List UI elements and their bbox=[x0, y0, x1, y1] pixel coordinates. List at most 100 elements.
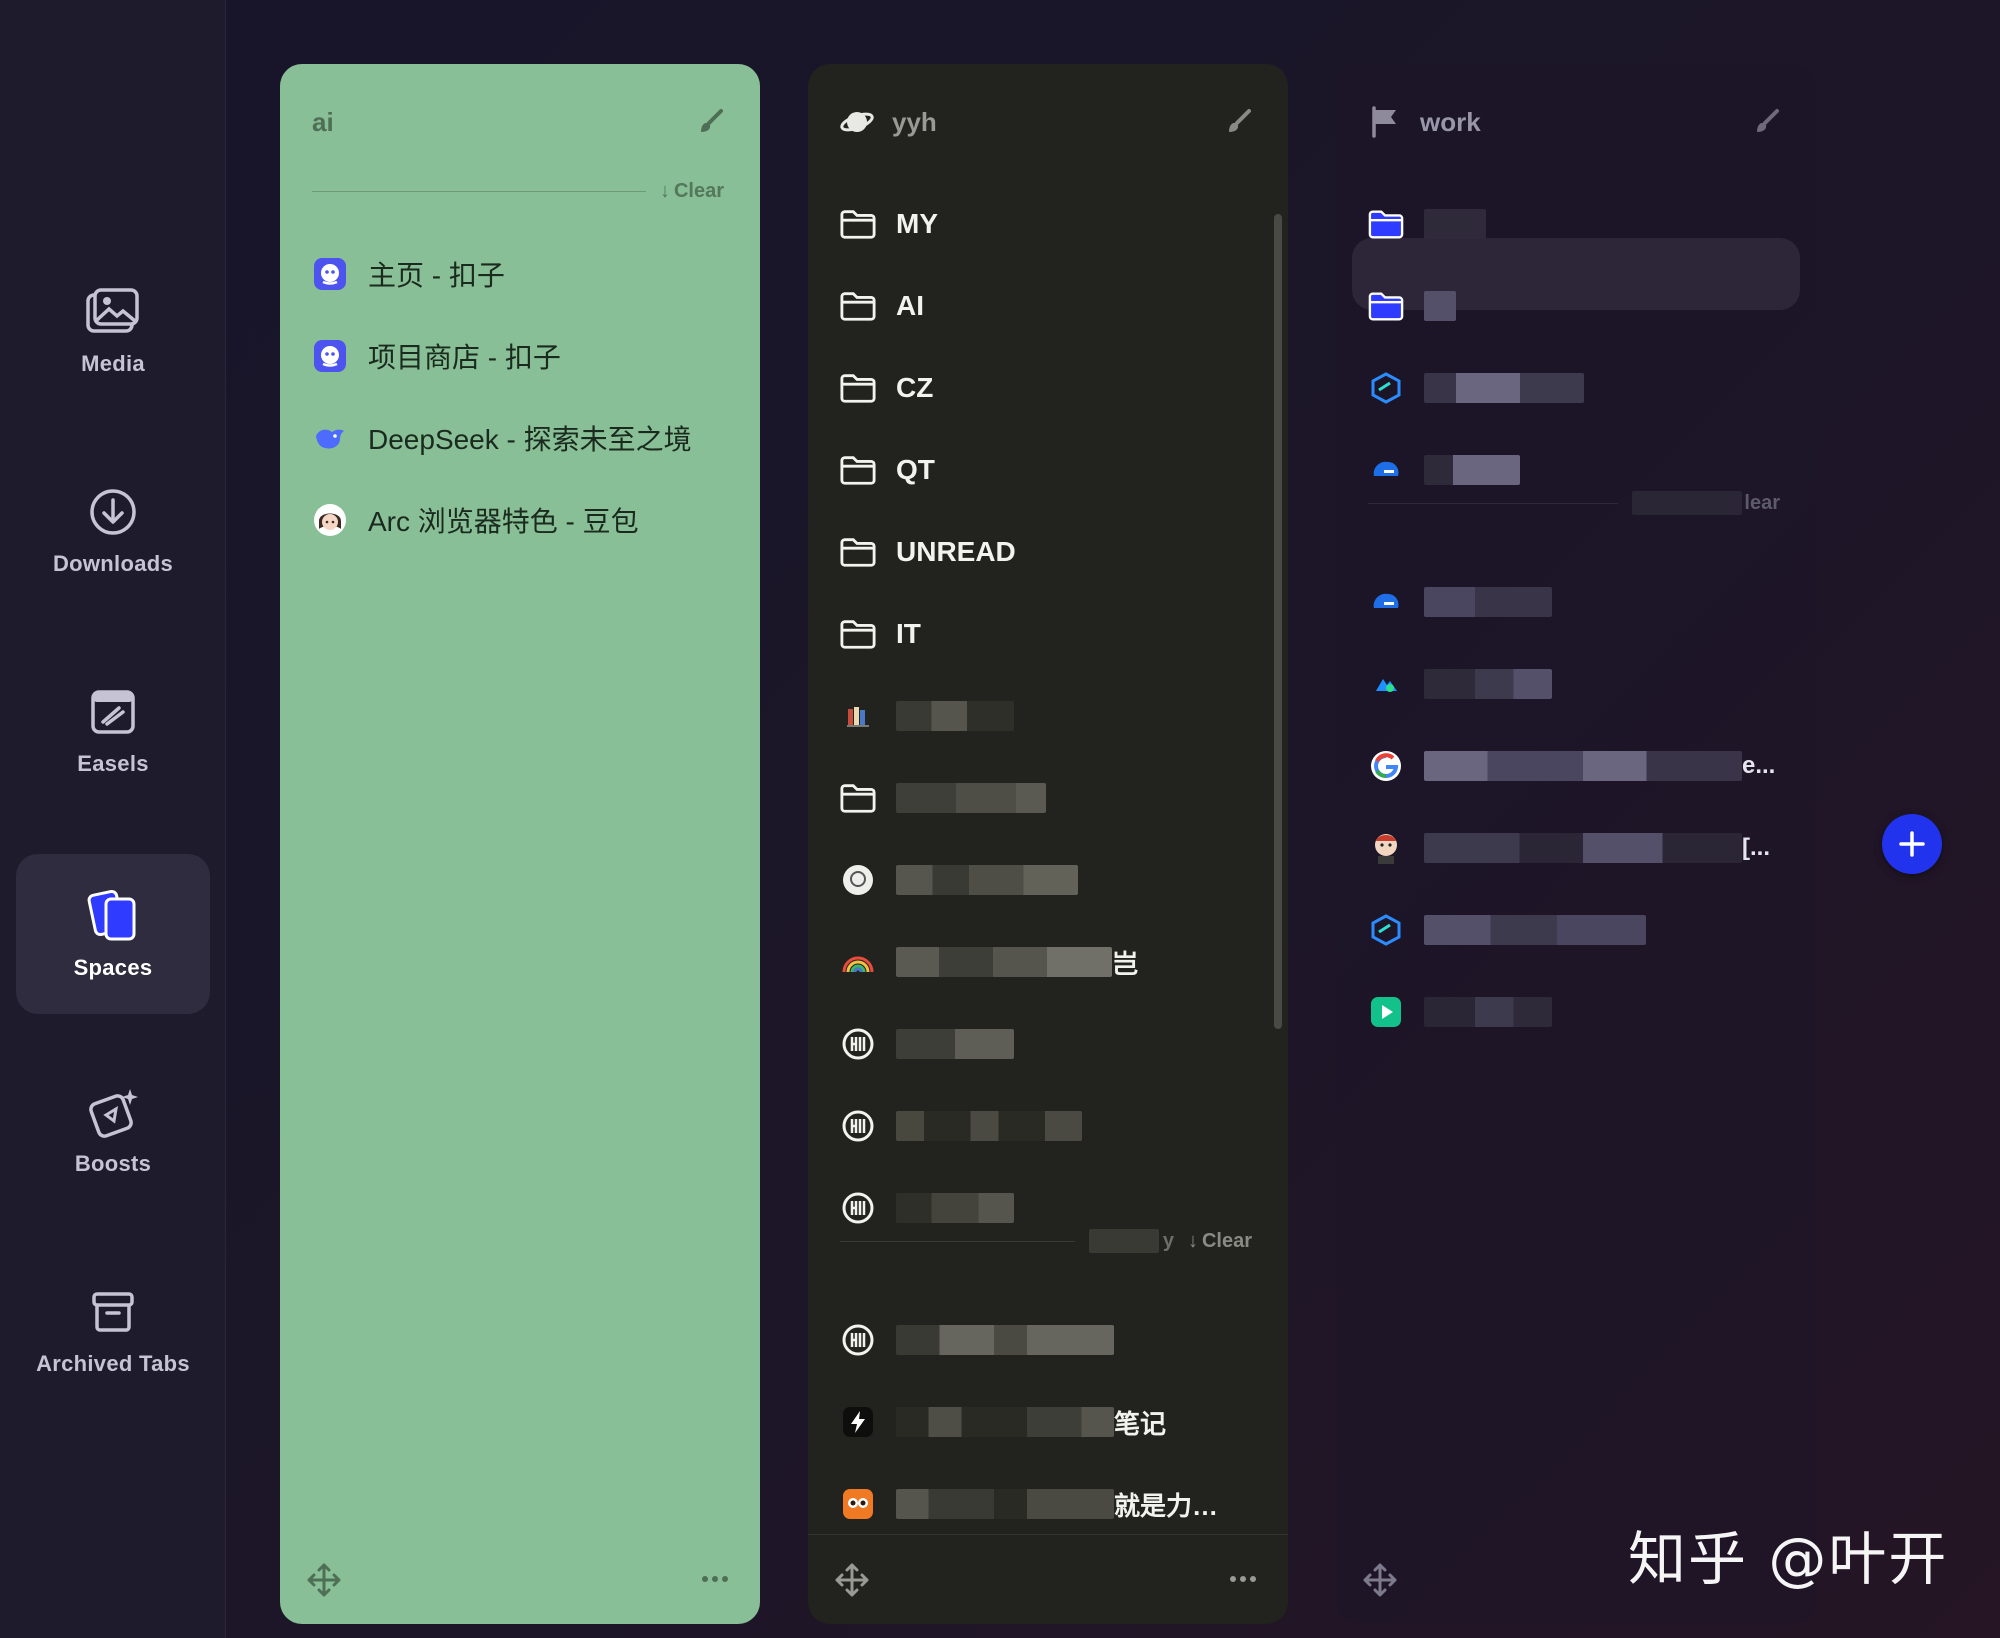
arrow-down-icon: ↓ bbox=[1187, 1229, 1198, 1252]
folder-title: CZ bbox=[896, 372, 934, 403]
cloud-app-icon bbox=[1368, 452, 1404, 488]
space-title[interactable]: work bbox=[1420, 107, 1481, 138]
hi-logo-icon bbox=[840, 1108, 876, 1144]
paintbrush-icon[interactable] bbox=[1750, 105, 1784, 139]
tab-item[interactable]: [... bbox=[1368, 816, 1792, 880]
obscured-title bbox=[1424, 209, 1486, 239]
folder-title: UNREAD bbox=[896, 536, 1016, 567]
tab-item[interactable] bbox=[1368, 570, 1792, 634]
obscured-title bbox=[1424, 373, 1584, 403]
folder-item[interactable]: MY bbox=[840, 192, 1264, 256]
space-header: ai bbox=[312, 94, 728, 150]
folder-icon bbox=[840, 452, 876, 488]
sidebar-item-archived-tabs[interactable]: Archived Tabs bbox=[16, 1250, 210, 1410]
spaces-icon bbox=[84, 887, 142, 945]
coze-icon bbox=[312, 338, 348, 374]
cloud-small-icon bbox=[1368, 666, 1404, 702]
folder-item[interactable] bbox=[1368, 192, 1792, 256]
obscured-title bbox=[1424, 997, 1552, 1027]
obscured-title bbox=[1424, 751, 1742, 781]
obscured-title bbox=[896, 701, 1014, 731]
flag-icon bbox=[1368, 105, 1402, 139]
obscured-title bbox=[896, 1111, 1082, 1141]
tab-item[interactable] bbox=[840, 1012, 1264, 1076]
watermark: 知乎 @叶开 bbox=[1628, 1525, 1949, 1593]
play-app-icon bbox=[1368, 994, 1404, 1030]
sidebar-item-label: Archived Tabs bbox=[36, 1351, 190, 1376]
more-icon[interactable] bbox=[1228, 1564, 1258, 1594]
clear-button[interactable]: ↓ Clear bbox=[1188, 1230, 1252, 1253]
tab-item[interactable] bbox=[840, 1094, 1264, 1158]
sidebar-item-spaces[interactable]: Spaces bbox=[16, 854, 210, 1014]
sidebar-item-media[interactable]: Media bbox=[16, 250, 210, 410]
space-title[interactable]: ai bbox=[312, 107, 334, 138]
tab-item[interactable]: 岂 bbox=[840, 930, 1264, 994]
folder-item[interactable]: AI bbox=[840, 274, 1264, 338]
tab-item[interactable] bbox=[1368, 898, 1792, 962]
sidebar-item-easels[interactable]: Easels bbox=[16, 650, 210, 810]
deepseek-icon bbox=[312, 420, 348, 456]
books-icon bbox=[840, 698, 876, 734]
tab-item[interactable] bbox=[840, 684, 1264, 748]
obscured-title bbox=[1424, 833, 1742, 863]
tab-item[interactable]: DeepSeek - 探索未至之境 bbox=[312, 406, 736, 470]
folder-item[interactable]: QT bbox=[840, 438, 1264, 502]
bolt-icon bbox=[840, 1404, 876, 1440]
tab-item[interactable] bbox=[840, 848, 1264, 912]
tab-item[interactable] bbox=[840, 1308, 1264, 1372]
tab-title: DeepSeek - 探索未至之境 bbox=[368, 424, 692, 455]
folder-item[interactable] bbox=[1368, 274, 1792, 338]
tab-item[interactable]: Arc 浏览器特色 - 豆包 bbox=[312, 488, 736, 552]
obscured-title bbox=[896, 865, 1078, 895]
sidebar-item-boosts[interactable]: Boosts bbox=[16, 1050, 210, 1210]
planet-icon bbox=[840, 105, 874, 139]
cloud-app-icon bbox=[1368, 584, 1404, 620]
tab-title: 项目商店 - 扣子 bbox=[368, 342, 561, 373]
paintbrush-icon[interactable] bbox=[694, 105, 728, 139]
space-column-yyh: yyh MY AI CZ QT UNREAD IT 岂 y ↓ Clear 笔记… bbox=[808, 64, 1288, 1624]
move-icon[interactable] bbox=[834, 1562, 870, 1598]
folder-icon bbox=[840, 288, 876, 324]
obscured-title bbox=[1424, 455, 1520, 485]
tab-title: 主页 - 扣子 bbox=[368, 260, 505, 291]
folder-item[interactable] bbox=[840, 766, 1264, 830]
tab-item[interactable] bbox=[1368, 980, 1792, 1044]
obscured-title bbox=[896, 783, 1046, 813]
sidebar-item-downloads[interactable]: Downloads bbox=[16, 450, 210, 610]
folder-item[interactable]: IT bbox=[840, 602, 1264, 666]
more-icon[interactable] bbox=[700, 1564, 730, 1594]
tab-item[interactable]: 笔记 bbox=[840, 1390, 1264, 1454]
folder-icon bbox=[1368, 206, 1404, 242]
folder-item[interactable]: UNREAD bbox=[840, 520, 1264, 584]
folder-item[interactable]: CZ bbox=[840, 356, 1264, 420]
clear-button[interactable]: ↓ Clear bbox=[660, 180, 724, 203]
sidebar-item-label: Spaces bbox=[73, 955, 153, 980]
scrollbar[interactable] bbox=[1274, 214, 1282, 1029]
obscured-title bbox=[1424, 915, 1646, 945]
tab-item[interactable]: 就是力… bbox=[840, 1472, 1264, 1536]
folder-title: IT bbox=[896, 618, 921, 649]
folder-icon bbox=[1368, 288, 1404, 324]
space-footer bbox=[280, 1534, 760, 1624]
sidebar-item-label: Boosts bbox=[74, 1151, 152, 1176]
move-icon[interactable] bbox=[1362, 1562, 1398, 1598]
tab-item[interactable]: 主页 - 扣子 bbox=[312, 242, 736, 306]
tab-item[interactable]: e... bbox=[1368, 734, 1792, 798]
move-icon[interactable] bbox=[306, 1562, 342, 1598]
cube-logo-icon bbox=[1368, 912, 1404, 948]
tab-item[interactable] bbox=[1368, 652, 1792, 716]
media-icon bbox=[84, 283, 142, 341]
tab-item[interactable] bbox=[1368, 356, 1792, 420]
obscured-title bbox=[896, 1193, 1014, 1223]
space-header: work bbox=[1368, 94, 1784, 150]
folder-title: AI bbox=[896, 290, 924, 321]
tab-item[interactable]: 项目商店 - 扣子 bbox=[312, 324, 736, 388]
hi-logo-icon bbox=[840, 1322, 876, 1358]
space-title[interactable]: yyh bbox=[892, 107, 937, 138]
folder-icon bbox=[840, 206, 876, 242]
pinned-divider: y ↓ Clear bbox=[840, 1226, 1252, 1256]
add-space-button[interactable] bbox=[1882, 814, 1942, 874]
sidebar-item-label: Downloads bbox=[52, 551, 174, 576]
obscured-title bbox=[1632, 491, 1743, 515]
paintbrush-icon[interactable] bbox=[1222, 105, 1256, 139]
